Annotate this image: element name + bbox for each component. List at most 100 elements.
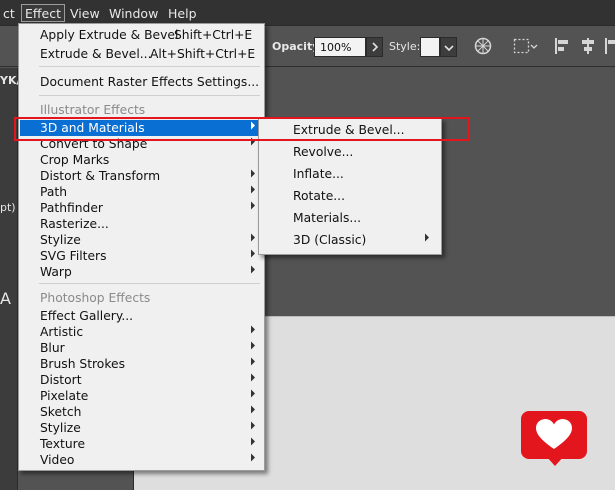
- type-tool-label[interactable]: A: [0, 289, 11, 308]
- menu-item-label: Rasterize...: [40, 217, 109, 231]
- menu-item-artistic[interactable]: Artistic: [20, 324, 263, 340]
- menu-item-extrude-bevel[interactable]: Extrude & Bevel... Alt+Shift+Ctrl+E: [20, 46, 263, 62]
- menu-item-video[interactable]: Video: [20, 452, 263, 468]
- menu-item-label: Materials...: [293, 211, 362, 225]
- menu-item-sketch[interactable]: Sketch: [20, 404, 263, 420]
- menu-item-document-raster-settings[interactable]: Document Raster Effects Settings...: [20, 74, 263, 90]
- menu-item-warp[interactable]: Warp: [20, 264, 263, 280]
- style-dropdown-button[interactable]: [440, 37, 457, 57]
- menu-item-label: Distort & Transform: [40, 169, 161, 183]
- chevron-right-icon: [250, 324, 256, 340]
- menu-item-label: Brush Strokes: [40, 357, 125, 371]
- menu-item-rasterize[interactable]: Rasterize...: [20, 216, 263, 232]
- menu-help[interactable]: Help: [165, 5, 200, 23]
- align-left-icon[interactable]: [554, 37, 570, 60]
- menu-item-label: Path: [40, 185, 68, 199]
- chevron-right-icon: [250, 436, 256, 452]
- chevron-right-icon: [250, 136, 256, 152]
- menu-item-label: Extrude & Bevel...: [293, 123, 405, 137]
- align-to-selection-icon[interactable]: [513, 37, 539, 60]
- menu-item-label: Video: [40, 453, 75, 467]
- menu-item-shortcut: Shift+Ctrl+E: [174, 28, 253, 42]
- menu-item-label: Revolve...: [293, 145, 354, 159]
- menu-item-brush-strokes[interactable]: Brush Strokes: [20, 356, 263, 372]
- menu-section-label: Photoshop Effects: [40, 291, 151, 305]
- effect-menu: Apply Extrude & Bevel Shift+Ctrl+E Extru…: [18, 23, 265, 471]
- opacity-arrow-button[interactable]: [366, 37, 383, 57]
- menu-item-revolve[interactable]: Revolve...: [260, 142, 440, 162]
- menu-item-label: Pathfinder: [40, 201, 103, 215]
- menu-item-materials[interactable]: Materials...: [260, 208, 440, 228]
- chevron-right-icon: [424, 230, 430, 250]
- menu-separator: [39, 95, 260, 96]
- menu-item-distort-transform[interactable]: Distort & Transform: [20, 168, 263, 184]
- menu-item-svg-filters[interactable]: SVG Filters: [20, 248, 263, 264]
- menu-item-label: Document Raster Effects Settings...: [40, 75, 260, 89]
- align-right-icon[interactable]: [604, 37, 615, 60]
- menu-item-label: Stylize: [40, 421, 81, 435]
- recolor-artwork-icon[interactable]: [474, 37, 492, 60]
- menu-item-distort[interactable]: Distort: [20, 372, 263, 388]
- menu-item-label: Convert to Shape: [40, 137, 148, 151]
- menu-item-label: Warp: [40, 265, 72, 279]
- menu-object-partial[interactable]: ct: [0, 5, 18, 23]
- menu-item-rotate[interactable]: Rotate...: [260, 186, 440, 206]
- chevron-right-icon: [250, 264, 256, 280]
- menu-item-label: Pixelate: [40, 389, 89, 403]
- left-tool-panel: YK/ pt) A: [0, 68, 21, 490]
- badge-tail: [546, 456, 564, 466]
- menu-item-label: SVG Filters: [40, 249, 107, 263]
- menu-item-label: Distort: [40, 373, 82, 387]
- menu-item-label: Artistic: [40, 325, 84, 339]
- menu-item-inflate[interactable]: Inflate...: [260, 164, 440, 184]
- chevron-right-icon: [250, 248, 256, 264]
- menu-item-3d-classic[interactable]: 3D (Classic): [260, 230, 440, 250]
- style-swatch[interactable]: [420, 37, 440, 57]
- menu-item-label: Effect Gallery...: [40, 309, 134, 323]
- menu-effect[interactable]: Effect: [21, 4, 65, 22]
- style-label: Style:: [389, 40, 421, 53]
- heart-icon: [536, 419, 572, 449]
- chevron-right-icon: [250, 184, 256, 200]
- menu-item-label: Extrude & Bevel...: [40, 47, 152, 61]
- menu-item-label: Texture: [40, 437, 86, 451]
- chevron-right-icon: [250, 388, 256, 404]
- menu-item-label: 3D and Materials: [40, 121, 145, 135]
- menu-item-3d-and-materials[interactable]: 3D and Materials: [20, 120, 263, 136]
- menu-item-label: Rotate...: [293, 189, 345, 203]
- menu-view[interactable]: View: [67, 5, 103, 23]
- chevron-right-icon: [250, 404, 256, 420]
- opacity-input[interactable]: 100%: [314, 37, 366, 57]
- menu-item-effect-gallery[interactable]: Effect Gallery...: [20, 308, 263, 324]
- menu-item-label: Apply Extrude & Bevel: [40, 28, 179, 42]
- chevron-right-icon: [250, 420, 256, 436]
- chevron-right-icon: [250, 120, 256, 136]
- menu-item-pathfinder[interactable]: Pathfinder: [20, 200, 263, 216]
- menu-item-label: 3D (Classic): [293, 233, 367, 247]
- menu-item-label: Inflate...: [293, 167, 344, 181]
- menu-item-pixelate[interactable]: Pixelate: [20, 388, 263, 404]
- menu-item-extrude-bevel[interactable]: Extrude & Bevel...: [260, 120, 440, 140]
- menu-item-stylize[interactable]: Stylize: [20, 232, 263, 248]
- chevron-right-icon: [250, 372, 256, 388]
- menu-window[interactable]: Window: [106, 5, 161, 23]
- menu-item-label: Blur: [40, 341, 65, 355]
- menu-item-blur[interactable]: Blur: [20, 340, 263, 356]
- chevron-right-icon: [371, 42, 378, 52]
- menu-item-stylize[interactable]: Stylize: [20, 420, 263, 436]
- menu-item-apply-extrude-bevel[interactable]: Apply Extrude & Bevel Shift+Ctrl+E: [20, 27, 263, 43]
- menu-item-texture[interactable]: Texture: [20, 436, 263, 452]
- menu-section-label: Illustrator Effects: [40, 103, 146, 117]
- menu-section-photoshop-effects: Photoshop Effects: [20, 290, 263, 306]
- chevron-right-icon: [250, 232, 256, 248]
- chevron-right-icon: [250, 340, 256, 356]
- align-center-icon[interactable]: [580, 37, 596, 60]
- menu-item-path[interactable]: Path: [20, 184, 263, 200]
- menu-item-shortcut: Alt+Shift+Ctrl+E: [150, 47, 256, 61]
- chevron-right-icon: [250, 200, 256, 216]
- menu-section-illustrator-effects: Illustrator Effects: [20, 102, 263, 118]
- menu-separator: [39, 283, 260, 284]
- chevron-down-icon: [443, 45, 454, 52]
- menu-item-crop-marks[interactable]: Crop Marks: [20, 152, 263, 168]
- menu-item-convert-to-shape[interactable]: Convert to Shape: [20, 136, 263, 152]
